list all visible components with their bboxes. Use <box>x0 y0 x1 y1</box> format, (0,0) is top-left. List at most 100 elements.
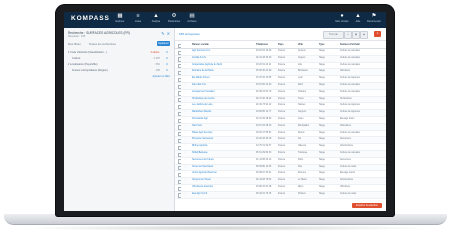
star-icon[interactable]: ☆ <box>184 137 187 143</box>
col-header-city[interactable]: Ville <box>298 42 316 48</box>
star-icon[interactable]: ☆ <box>184 178 187 184</box>
row-checkbox[interactable] <box>178 69 181 76</box>
company-name-link[interactable]: Les Jardins de Loire <box>192 103 252 109</box>
table-row[interactable]: ☆ Zea Agri S.A.S. 05 49 31 70 15 France Poit… <box>175 191 386 199</box>
account-button[interactable]: ● Mon compte <box>335 13 348 23</box>
row-checkbox[interactable] <box>178 124 181 130</box>
tab-my-filters[interactable]: Mes filtres <box>68 42 81 46</box>
table-row[interactable]: ☆ Terres du Sud-Ouest 05 59 80 12 45 France… <box>175 164 386 172</box>
star-icon[interactable]: ☆ <box>184 49 187 55</box>
row-checkbox[interactable] <box>178 56 181 62</box>
row-checkbox[interactable] <box>178 165 181 171</box>
star-icon[interactable]: ☆ <box>184 117 187 123</box>
company-name-link[interactable]: Normandie Agri <box>192 117 252 123</box>
table-row[interactable]: ☆ Maraîchers Réunis 04 90 85 14 77 France Av… <box>175 110 386 117</box>
table-row[interactable]: ☆ Horticulture du Centre 02 47 30 18 22 Fra… <box>175 96 386 104</box>
table-row[interactable]: ☆ Provence Semences 04 42 16 33 19 France Ai… <box>175 137 386 145</box>
star-icon[interactable]: ☆ <box>184 76 187 82</box>
row-checkbox[interactable] <box>178 49 181 55</box>
row-checkbox[interactable] <box>178 117 181 123</box>
row-checkbox[interactable] <box>178 131 181 137</box>
star-icon[interactable]: ☆ <box>184 124 187 130</box>
row-checkbox[interactable] <box>178 90 181 96</box>
table-row[interactable]: ☆ Oléo Sud 04 67 22 39 40 France Montpellier… <box>175 123 386 131</box>
row-checkbox[interactable] <box>178 97 181 103</box>
row-checkbox[interactable] <box>178 171 181 178</box>
row-checkbox[interactable] <box>178 178 181 184</box>
star-icon[interactable]: ☆ <box>184 110 187 116</box>
star-icon[interactable]: ☆ <box>184 97 187 103</box>
table-row[interactable]: ☆ Groupement Céréalier 02 38 24 51 70 Franc… <box>175 90 386 97</box>
filter-item[interactable]: France métropolitaine (Région) 185 ✕ <box>68 68 170 74</box>
col-header-name[interactable]: Raison sociale <box>192 42 252 48</box>
row-checkbox[interactable] <box>178 137 181 144</box>
company-name-link[interactable]: Coopérative Agricole du Nord <box>192 63 252 69</box>
company-name-link[interactable]: Union Agricole Bretonne <box>192 171 252 177</box>
company-name-link[interactable]: Terres du Sud-Ouest <box>192 165 252 171</box>
company-name-link[interactable]: Zea Agri S.A.S. <box>192 192 252 198</box>
company-name-link[interactable]: Farm Est S.A. <box>192 83 252 89</box>
star-icon[interactable]: ☆ <box>184 90 187 96</box>
table-row[interactable]: ☆ Vergers de l'Ouest 02 43 28 75 02 France L… <box>175 178 386 185</box>
company-name-link[interactable]: Semences de France <box>192 158 252 164</box>
logout-button[interactable]: ⚑ Déconnexion <box>367 13 381 23</box>
nav-item-settings[interactable]: ⚙ Paramètres <box>168 13 180 23</box>
company-name-link[interactable]: SCEA Bellevue <box>192 151 252 157</box>
star-icon[interactable]: ☆ <box>184 63 187 69</box>
row-checkbox[interactable] <box>178 192 181 198</box>
company-name-link[interactable]: Oléo Sud <box>192 124 252 130</box>
nav-item-analysis[interactable]: ▲ Analyse <box>150 13 162 23</box>
col-header-activity[interactable]: Secteur d'activité <box>340 42 382 48</box>
list-view-icon[interactable]: ≡ <box>344 31 352 39</box>
col-header-type[interactable]: Type <box>319 42 337 48</box>
grid-view-icon[interactable]: ▦ <box>352 31 360 39</box>
delete-icon[interactable]: ✕ <box>374 31 381 37</box>
star-icon[interactable]: ☆ <box>184 158 187 164</box>
company-name-link[interactable]: Groupement Céréalier <box>192 90 252 96</box>
table-row[interactable]: ☆ Les Jardins de Loire 02 40 73 91 12 Franc… <box>175 103 386 111</box>
table-row[interactable]: ☆ Cérélia S.A.S. 02 41 18 33 40 France Anger… <box>175 55 386 63</box>
table-row[interactable]: ☆ Semences de France 01 44 58 20 10 France P… <box>175 158 386 165</box>
table-row[interactable]: ☆ Farm Est S.A. 03 87 66 12 30 France Metz Si… <box>175 82 386 90</box>
row-checkbox[interactable] <box>178 103 181 110</box>
row-checkbox[interactable] <box>178 63 181 69</box>
table-row[interactable]: ☆ SCEA Bellevue 05 61 29 84 33 France Toulou… <box>175 150 386 158</box>
company-name-link[interactable]: Provence Semences <box>192 137 252 143</box>
company-name-link[interactable]: Viticulteurs Associés <box>192 185 252 191</box>
export-button[interactable]: Exporter la sélection <box>352 203 382 208</box>
row-checkbox[interactable] <box>178 151 181 157</box>
star-icon[interactable]: ☆ <box>184 165 187 171</box>
star-icon[interactable]: ☆ <box>184 171 187 177</box>
row-checkbox[interactable] <box>178 185 181 191</box>
help-button[interactable]: ▲ Aide <box>352 13 364 23</box>
apply-button[interactable]: Appliquer <box>157 41 170 46</box>
company-name-link[interactable]: Ets Martin Frères <box>192 76 252 82</box>
table-row[interactable]: ☆ Viticulteurs Associés 03 80 22 61 48 Fran… <box>175 185 386 192</box>
table-row[interactable]: ☆ Normandie Agri 02 31 45 28 60 France Caen S… <box>175 117 386 124</box>
table-row[interactable]: ☆ Plaine Agri Services 03 26 47 55 81 Franc… <box>175 131 386 138</box>
company-name-link[interactable]: Agri Services S.A. <box>192 49 252 55</box>
table-row[interactable]: ☆ Union Agricole Bretonne 02 99 67 43 21 Fr… <box>175 171 386 179</box>
close-icon[interactable]: ✕ <box>167 31 170 36</box>
kompass-logo[interactable]: KOMPASS <box>71 15 110 22</box>
table-row[interactable]: ☆ Agri Services S.A. 03 22 54 10 20 France A… <box>175 49 386 56</box>
table-row[interactable]: ☆ Coopérative Agricole du Nord 03 20 61 22… <box>175 63 386 70</box>
star-icon[interactable]: ☆ <box>184 103 187 109</box>
table-row[interactable]: ☆ Rhône Agricole 04 75 41 62 07 France Valen… <box>175 144 386 151</box>
tab-all-searches[interactable]: Toutes les recherches <box>89 42 116 46</box>
company-name-link[interactable]: Horticulture du Centre <box>192 97 252 103</box>
company-name-link[interactable]: Cérélia S.A.S. <box>192 56 252 62</box>
star-icon[interactable]: ☆ <box>184 192 187 198</box>
company-name-link[interactable]: Plaine Agri Services <box>192 131 252 137</box>
star-icon[interactable]: ☆ <box>184 131 187 137</box>
row-checkbox[interactable] <box>178 76 181 82</box>
row-checkbox[interactable] <box>178 83 181 89</box>
col-header-phone[interactable]: Téléphone <box>256 42 276 48</box>
sort-button[interactable]: Trier par <box>323 31 344 39</box>
company-name-link[interactable]: Rhône Agricole <box>192 144 252 150</box>
star-icon[interactable]: ☆ <box>184 56 187 62</box>
star-icon[interactable]: ☆ <box>184 151 187 157</box>
nav-item-explorer[interactable]: ▦ Explorer <box>114 13 126 23</box>
company-name-link[interactable]: Domaine de la Plaine <box>192 69 252 75</box>
company-name-link[interactable]: Vergers de l'Ouest <box>192 178 252 184</box>
